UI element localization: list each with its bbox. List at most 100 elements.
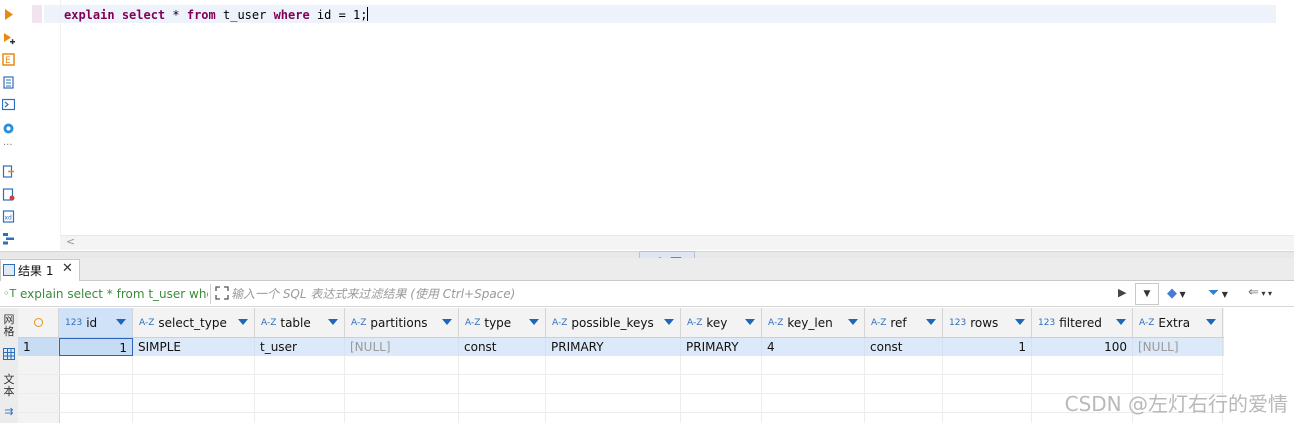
column-menu-icon[interactable] xyxy=(442,319,452,325)
cell-ref[interactable]: const xyxy=(865,338,943,356)
column-header-filtered[interactable]: 123 filtered xyxy=(1032,308,1133,337)
grid-line xyxy=(344,356,345,423)
cell-possible-keys[interactable]: PRIMARY xyxy=(546,338,681,356)
string-type-icon: A-Z xyxy=(261,317,277,328)
grid-line xyxy=(18,374,1224,375)
column-header-key-len[interactable]: A-Z key_len xyxy=(762,308,865,337)
column-menu-icon[interactable] xyxy=(1015,319,1025,325)
column-name: possible_keys xyxy=(571,315,654,330)
svg-text:xd: xd xyxy=(5,215,13,222)
new-script-icon[interactable] xyxy=(2,188,15,201)
filter-history-dropdown[interactable]: ▼ xyxy=(1135,283,1159,305)
editor-horizontal-scrollbar[interactable] xyxy=(60,235,1294,250)
cell-id[interactable]: 1 xyxy=(59,338,133,356)
result-view-side-tabs: 网格 文本 ⇉ xyxy=(0,308,19,423)
more-icon[interactable]: ··· xyxy=(3,140,13,151)
grid-view-icon[interactable] xyxy=(3,348,15,360)
string-type-icon: A-Z xyxy=(687,317,703,328)
cell-filtered[interactable]: 100 xyxy=(1032,338,1133,356)
sql-text: id = 1; xyxy=(309,8,368,22)
filter-icon[interactable]: ⏷ ▼ xyxy=(1208,285,1228,301)
column-menu-icon[interactable] xyxy=(116,319,126,325)
column-header-type[interactable]: A-Z type xyxy=(459,308,546,337)
numeric-type-icon: 123 xyxy=(1038,317,1056,328)
tab-result-label[interactable]: 结果 1 xyxy=(18,262,53,279)
column-header-select-type[interactable]: A-Z select_type xyxy=(133,308,255,337)
erase-icon[interactable]: ◆ ▼ xyxy=(1167,286,1186,301)
expand-icon[interactable] xyxy=(215,286,229,300)
record-view-icon[interactable]: ⇉ xyxy=(1,406,17,418)
filter-input[interactable] xyxy=(231,284,1111,304)
column-name: table xyxy=(280,315,311,330)
format-icon[interactable]: xd xyxy=(2,210,15,223)
tab-text-view[interactable]: 文本 xyxy=(1,374,17,398)
grid-line xyxy=(1031,356,1032,423)
column-menu-icon[interactable] xyxy=(848,319,858,325)
string-type-icon: A-Z xyxy=(465,317,481,328)
back-arrow-icon[interactable]: ⇐ ▾ ▾ xyxy=(1248,285,1272,300)
sql-editor[interactable] xyxy=(18,0,1294,255)
cell-extra[interactable]: [NULL] xyxy=(1133,338,1223,356)
cell-key-len[interactable]: 4 xyxy=(762,338,865,356)
explain-plan-icon[interactable]: E xyxy=(2,53,15,66)
column-header-extra[interactable]: A-Z Extra xyxy=(1133,308,1223,337)
column-name: partitions xyxy=(370,315,428,330)
column-header-partitions[interactable]: A-Z partitions xyxy=(345,308,459,337)
sql-keyword: explain xyxy=(64,8,115,22)
grid-line xyxy=(545,356,546,423)
column-menu-icon[interactable] xyxy=(926,319,936,325)
column-header-possible-keys[interactable]: A-Z possible_keys xyxy=(546,308,681,337)
column-header-id[interactable]: 123 id xyxy=(59,308,133,337)
history-icon[interactable] xyxy=(2,76,15,89)
apply-filter-icon[interactable]: ▶ xyxy=(1118,286,1126,299)
cell-type[interactable]: const xyxy=(459,338,546,356)
console-icon[interactable] xyxy=(2,98,15,111)
close-icon[interactable]: ✕ xyxy=(62,261,73,276)
column-header-table[interactable]: A-Z table xyxy=(255,308,345,337)
result-tab-bar xyxy=(0,258,1294,281)
cell-rows[interactable]: 1 xyxy=(943,338,1032,356)
cell-table[interactable]: t_user xyxy=(255,338,345,356)
cell-key[interactable]: PRIMARY xyxy=(681,338,762,356)
string-type-icon: A-Z xyxy=(139,317,155,328)
string-type-icon: A-Z xyxy=(1139,317,1155,328)
table-row[interactable]: 1 1 SIMPLE t_user [NULL] const PRIMARY PRIMARY 4… xyxy=(18,338,1224,356)
text-cursor xyxy=(367,7,369,21)
sql-text: * xyxy=(165,8,187,22)
grid-line xyxy=(458,356,459,423)
grid-line xyxy=(254,356,255,423)
sql-keyword: select xyxy=(121,8,166,22)
scroll-left-icon[interactable]: < xyxy=(66,235,75,248)
column-name: ref xyxy=(890,315,907,330)
column-menu-icon[interactable] xyxy=(1116,319,1126,325)
column-menu-icon[interactable] xyxy=(238,319,248,325)
column-header-ref[interactable]: A-Z ref xyxy=(865,308,943,337)
execute-statement-icon[interactable] xyxy=(2,8,15,21)
column-menu-icon[interactable] xyxy=(328,319,338,325)
column-header-rows[interactable]: 123 rows xyxy=(943,308,1032,337)
column-name: key xyxy=(706,315,728,330)
column-menu-icon[interactable] xyxy=(745,319,755,325)
select-all-icon[interactable] xyxy=(33,318,43,327)
row-number[interactable]: 1 xyxy=(18,338,59,356)
tab-grid-view[interactable]: 网格 xyxy=(1,314,17,338)
cell-partitions[interactable]: [NULL] xyxy=(345,338,459,356)
sql-text: t_user xyxy=(215,8,274,22)
grid-line xyxy=(132,356,133,423)
string-type-icon: A-Z xyxy=(351,317,367,328)
column-menu-icon[interactable] xyxy=(664,319,674,325)
column-header-key[interactable]: A-Z key xyxy=(681,308,762,337)
column-menu-icon[interactable] xyxy=(529,319,539,325)
column-name: id xyxy=(86,315,98,330)
column-menu-icon[interactable] xyxy=(1206,319,1216,325)
outline-icon[interactable] xyxy=(2,232,15,245)
query-text-label[interactable]: explain select * from t_user wher xyxy=(20,287,208,301)
export-icon[interactable] xyxy=(2,165,15,178)
grid-header: 123 id A-Z select_type A-Z table A-Z partitions… xyxy=(18,308,1224,338)
row-number-header[interactable] xyxy=(18,308,59,337)
settings-icon[interactable] xyxy=(2,122,15,135)
execute-script-icon[interactable] xyxy=(2,32,15,45)
cell-select-type[interactable]: SIMPLE xyxy=(133,338,255,356)
sql-statement[interactable]: explain select * from t_user where id = … xyxy=(64,7,369,22)
